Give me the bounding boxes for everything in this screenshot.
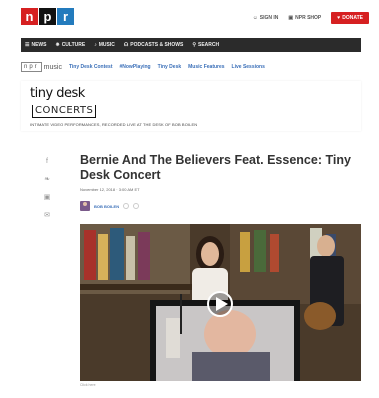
music-wordmark: music xyxy=(43,63,62,71)
music-link-nowplaying[interactable]: #NowPlaying xyxy=(119,64,150,70)
shop-icon: ▣ xyxy=(288,15,294,21)
music-link-features[interactable]: Music Features xyxy=(188,64,224,70)
search-icon: ⚲ xyxy=(192,42,197,48)
twitter-follow-icon[interactable] xyxy=(123,203,130,209)
video-caption: Click here xyxy=(80,383,96,387)
twitter-icon[interactable]: ❧ xyxy=(43,176,51,184)
nav-item-label: SEARCH xyxy=(198,42,220,48)
nav-item-culture[interactable]: ✵ CULTURE xyxy=(55,42,85,48)
npr-logo[interactable]: n p r xyxy=(21,8,75,25)
nav-item-label: CULTURE xyxy=(61,42,86,48)
play-icon[interactable] xyxy=(208,292,232,316)
article-card: f ❧ ▣ ✉ Bernie And The Believers Feat. E… xyxy=(21,139,361,398)
sign-in-link[interactable]: ☺ SIGN IN xyxy=(253,15,279,21)
site-header: n p r ☺ SIGN IN ▣ NPR SHOP ♥ DONATE xyxy=(0,0,379,36)
sign-in-label: SIGN IN xyxy=(259,15,279,21)
logo-concerts: CONCERTS xyxy=(32,105,97,118)
music-subnav: npr music Tiny Desk Contest #NowPlaying … xyxy=(21,60,361,74)
header-links: ☺ SIGN IN ▣ NPR SHOP ♥ DONATE xyxy=(253,12,369,24)
headphones-icon: ☊ xyxy=(123,42,129,48)
tiny-desk-concerts-logo[interactable]: tiny desk CONCERTS xyxy=(30,86,97,118)
donate-button[interactable]: ♥ DONATE xyxy=(331,12,369,24)
flipboard-icon[interactable]: ▣ xyxy=(43,194,51,202)
menu-icon: ☰ xyxy=(25,42,30,48)
share-rail: f ❧ ▣ ✉ xyxy=(43,158,51,220)
logo-letter-p: p xyxy=(39,8,56,25)
article-date: November 12, 2018 · 3:00 AM ET xyxy=(80,187,140,192)
main-nav: ☰ NEWS ✵ CULTURE ♪ MUSIC ☊ PODCASTS & SH… xyxy=(21,38,361,52)
avatar[interactable] xyxy=(80,201,90,211)
npr-shop-link[interactable]: ▣ NPR SHOP xyxy=(288,15,321,21)
nav-item-search[interactable]: ⚲ SEARCH xyxy=(192,42,219,48)
nav-item-label: MUSIC xyxy=(98,42,115,48)
nav-item-label: PODCASTS & SHOWS xyxy=(130,42,184,48)
npr-music-logo[interactable]: npr music xyxy=(21,62,62,72)
music-icon: ♪ xyxy=(94,42,97,48)
music-link-contest[interactable]: Tiny Desk Contest xyxy=(69,64,113,70)
video-player[interactable] xyxy=(80,224,361,381)
heart-icon: ♥ xyxy=(337,15,341,21)
logo-tiny-desk: tiny desk xyxy=(30,86,85,101)
nav-item-music[interactable]: ♪ MUSIC xyxy=(94,42,115,48)
series-banner: tiny desk CONCERTS INTIMATE VIDEO PERFOR… xyxy=(21,81,361,131)
email-icon[interactable]: ✉ xyxy=(43,212,51,220)
user-icon: ☺ xyxy=(252,15,258,21)
email-follow-icon[interactable] xyxy=(133,203,140,209)
logo-letter-n: n xyxy=(21,8,38,25)
music-link-live-sessions[interactable]: Live Sessions xyxy=(232,64,265,70)
series-description: INTIMATE VIDEO PERFORMANCES, RECORDED LI… xyxy=(30,122,198,127)
culture-icon: ✵ xyxy=(55,42,60,48)
author-link[interactable]: BOB BOILEN xyxy=(94,204,119,209)
facebook-icon[interactable]: f xyxy=(43,158,51,166)
article-headline: Bernie And The Believers Feat. Essence: … xyxy=(80,153,351,182)
nav-item-news[interactable]: ☰ NEWS xyxy=(25,42,46,48)
npr-mini-logo: npr xyxy=(21,62,42,72)
nav-item-podcasts[interactable]: ☊ PODCASTS & SHOWS xyxy=(124,42,184,48)
nav-item-label: NEWS xyxy=(31,42,47,48)
npr-shop-label: NPR SHOP xyxy=(295,15,322,21)
logo-letter-r: r xyxy=(57,8,74,25)
music-link-tiny-desk[interactable]: Tiny Desk xyxy=(158,64,182,70)
donate-label: DONATE xyxy=(342,15,363,21)
byline: BOB BOILEN xyxy=(80,201,140,211)
